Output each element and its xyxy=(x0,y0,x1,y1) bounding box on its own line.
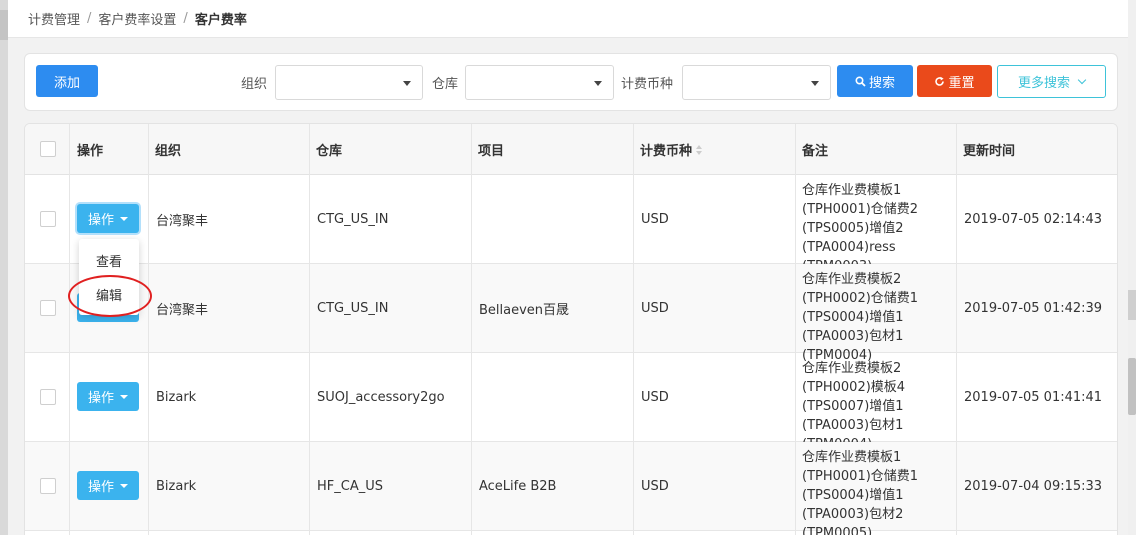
caret-down-icon xyxy=(120,394,128,399)
breadcrumb: 计费管理 / 客户费率设置 / 客户费率 xyxy=(8,0,1128,38)
cell-project xyxy=(472,353,479,442)
column-divider xyxy=(633,124,634,535)
row-actions-dropdown: 查看 编辑 xyxy=(79,239,139,315)
cell-currency: USD xyxy=(641,479,669,494)
cell-warehouse: CTG_US_IN xyxy=(317,212,389,227)
table-row: 操作 Bizark SUOJ_accessory2go USD 仓库作业费模板2… xyxy=(25,353,1117,452)
column-header-org: 组织 xyxy=(155,144,182,159)
row-checkbox[interactable] xyxy=(40,300,56,316)
column-header-updated: 更新时间 xyxy=(963,144,1016,159)
column-header-remark: 备注 xyxy=(802,144,829,159)
breadcrumb-item-customer-rate-settings[interactable]: 客户费率设置 xyxy=(98,9,176,28)
column-header-actions: 操作 xyxy=(77,144,104,159)
row-actions-button[interactable]: 操作 xyxy=(77,382,139,411)
cell-currency: USD xyxy=(641,301,669,316)
cell-remark: 仓库作业费模板1 (TPH0001)仓储费1 (TPS0004)增值1 (TPA… xyxy=(802,450,919,535)
cell-warehouse: CTG_US_IN xyxy=(317,301,389,316)
column-divider xyxy=(69,124,70,535)
table-header: 操作 组织 仓库 项目 计费币种 备注 更新时间 xyxy=(25,124,1117,175)
column-header-project: 项目 xyxy=(478,144,505,159)
chevron-down-icon xyxy=(594,81,602,86)
row-actions-label: 操作 xyxy=(87,213,114,228)
cell-org: Bizark xyxy=(156,479,197,494)
select-all-checkbox[interactable] xyxy=(40,141,56,157)
cell-updated: 2019-07-04 09:15:33 xyxy=(964,479,1103,494)
view-menu-item[interactable]: 查看 xyxy=(79,245,139,275)
cell-org: Bizark xyxy=(156,390,197,405)
cell-project: Bellaeven百晟 xyxy=(479,303,570,318)
row-actions-button[interactable]: 操作 xyxy=(77,471,139,500)
reset-button-label: 重置 xyxy=(948,75,975,91)
add-button[interactable]: 添加 xyxy=(36,65,98,97)
row-checkbox[interactable] xyxy=(40,389,56,405)
breadcrumb-item-current: 客户费率 xyxy=(194,13,247,28)
row-checkbox[interactable] xyxy=(40,211,56,227)
table-row: 操作 台湾聚丰 CTG_US_IN USD 仓库作业费模板1 (TPH0001)… xyxy=(25,175,1117,274)
org-select[interactable] xyxy=(275,65,423,100)
scrollbar-thumb[interactable] xyxy=(1128,358,1136,415)
more-search-button[interactable]: 更多搜索 xyxy=(997,65,1106,98)
breadcrumb-separator: / xyxy=(183,11,188,26)
breadcrumb-separator: / xyxy=(87,11,92,26)
cell-project xyxy=(472,175,479,264)
caret-down-icon xyxy=(120,483,128,488)
page-scrollbar[interactable] xyxy=(1128,0,1136,535)
column-header-currency-label: 计费币种 xyxy=(640,144,693,159)
cell-currency: USD xyxy=(641,212,669,227)
sort-icon[interactable] xyxy=(696,144,703,155)
row-checkbox[interactable] xyxy=(40,478,56,494)
chevron-down-icon xyxy=(403,81,411,86)
cell-remark: 仓库作业费模板2 (TPH0002)模板4 (TPS0007)增值1 (TPA0… xyxy=(802,361,906,452)
column-divider xyxy=(956,124,957,535)
column-divider xyxy=(309,124,310,535)
cell-remark: 仓库作业费模板2 (TPH0002)仓储费1 (TPS0004)增值1 (TPA… xyxy=(802,272,919,363)
search-button-label: 搜索 xyxy=(868,75,895,91)
left-edge-knob xyxy=(0,10,8,40)
refresh-icon xyxy=(935,76,945,86)
search-panel: 添加 组织 仓库 计费币种 搜索 重置 更多搜索 xyxy=(24,53,1118,111)
column-divider xyxy=(148,124,149,535)
cell-org: 台湾聚丰 xyxy=(156,303,209,318)
more-search-label: 更多搜索 xyxy=(1017,76,1070,91)
column-header-currency[interactable]: 计费币种 xyxy=(633,124,703,175)
currency-select[interactable] xyxy=(682,65,831,100)
caret-down-icon xyxy=(120,216,128,221)
column-header-warehouse: 仓库 xyxy=(316,144,343,159)
edit-menu-item[interactable]: 编辑 xyxy=(79,279,139,309)
cell-org: 台湾聚丰 xyxy=(156,214,209,229)
cell-warehouse: HF_CA_US xyxy=(317,479,383,494)
cell-updated: 2019-07-05 02:14:43 xyxy=(964,212,1103,227)
breadcrumb-item-billing[interactable]: 计费管理 xyxy=(28,9,80,28)
left-edge-strip xyxy=(0,0,8,535)
cell-project: AceLife B2B xyxy=(479,479,557,494)
search-button[interactable]: 搜索 xyxy=(837,65,913,97)
currency-label: 计费币种 xyxy=(621,77,674,92)
column-divider xyxy=(795,124,796,535)
chevron-down-icon xyxy=(1077,75,1087,84)
row-actions-button[interactable]: 操作 xyxy=(77,204,139,233)
chevron-down-icon xyxy=(811,81,819,86)
cell-currency: USD xyxy=(641,390,669,405)
scrollbar-track-mark xyxy=(1128,290,1136,320)
org-label: 组织 xyxy=(241,77,268,92)
table-row: 操作 台湾聚丰 CTG_US_IN Bellaeven百晟 USD 仓库作业费模… xyxy=(25,264,1117,363)
row-actions-label: 操作 xyxy=(87,480,114,495)
rates-table: 操作 组织 仓库 项目 计费币种 备注 更新时间 操作 台湾聚丰 CTG_US_… xyxy=(24,123,1118,535)
cell-warehouse: SUOJ_accessory2go xyxy=(317,390,445,405)
warehouse-select[interactable] xyxy=(465,65,614,100)
table-row: 操作 Bizark HF_CA_US AceLife B2B USD 仓库作业费… xyxy=(25,442,1117,535)
cell-remark: 仓库作业费模板1 (TPH0001)仓储费2 (TPS0005)增值2 (TPA… xyxy=(802,183,919,274)
warehouse-label: 仓库 xyxy=(432,77,459,92)
cell-updated: 2019-07-05 01:42:39 xyxy=(964,301,1103,316)
reset-button[interactable]: 重置 xyxy=(917,65,992,97)
column-divider xyxy=(471,124,472,535)
row-actions-label: 操作 xyxy=(87,391,114,406)
cell-updated: 2019-07-05 01:41:41 xyxy=(964,390,1103,405)
search-icon xyxy=(855,75,866,87)
